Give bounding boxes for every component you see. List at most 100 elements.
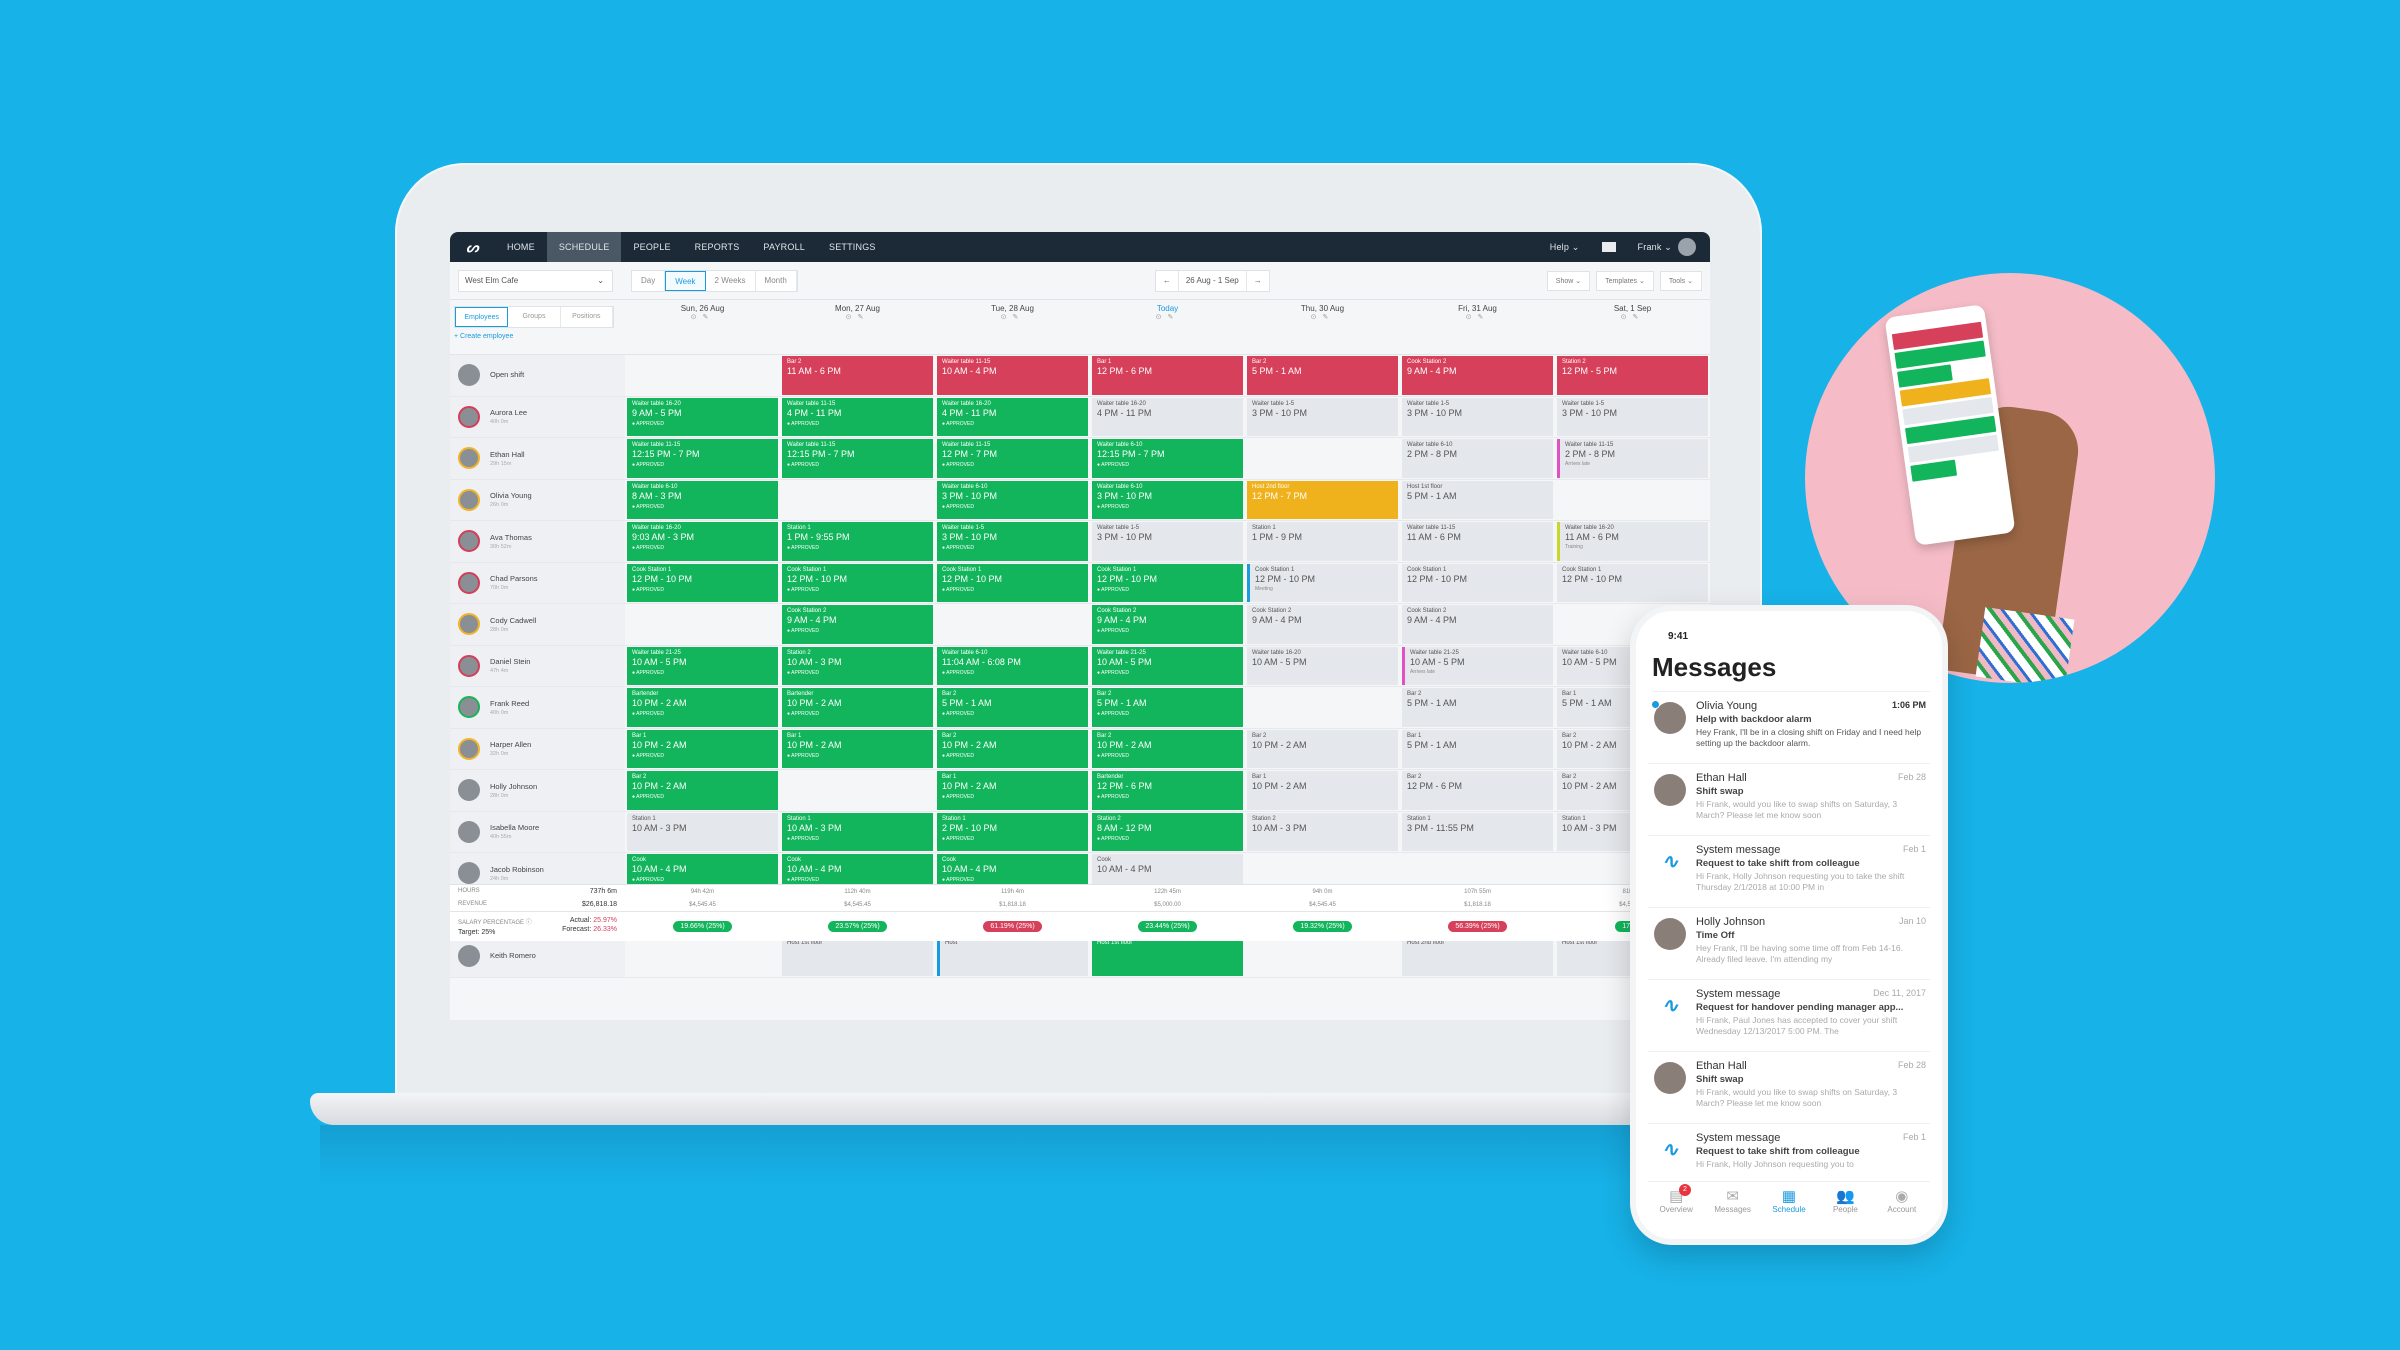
day-cell[interactable]: Waiter table 1-5 3 PM - 10 PM <box>1400 397 1555 438</box>
shift-block[interactable]: Bar 2 10 PM - 2 AM ● APPROVED <box>1092 729 1243 768</box>
mail-icon[interactable] <box>1601 242 1616 252</box>
day-cell[interactable]: Station 12 PM - 10 PM ● APPROVED <box>935 812 1090 853</box>
shift-block[interactable]: Cook Station 29 AM - 4 PM <box>1247 605 1398 644</box>
shift-block[interactable]: Host 1st floor 5 PM - 1 AM <box>1402 480 1553 519</box>
tab-employees[interactable]: Employees <box>455 307 509 327</box>
employee-cell[interactable]: Cody Cadwell 28h 0m <box>450 604 625 645</box>
day-cell[interactable]: Bar 2 10 PM - 2 AM ● APPROVED <box>1090 729 1245 770</box>
shift-block[interactable]: Waiter table 1-5 3 PM - 10 PM <box>1402 397 1553 436</box>
shift-block[interactable]: Cook Station 1 12 PM - 10 PM ● APPROVED <box>1092 563 1243 602</box>
tab-messages[interactable]: ✉ Messages <box>1704 1182 1760 1225</box>
day-cell[interactable]: Waiter table 11-15 11 AM - 6 PM <box>1400 521 1555 562</box>
eye-icon[interactable]: ⊙ <box>1001 314 1013 321</box>
day-cell[interactable]: Bar 25 PM - 1 AM ● APPROVED <box>935 687 1090 728</box>
employee-cell[interactable]: Aurora Lee 40h 0m <box>450 396 625 437</box>
shift-block[interactable]: Waiter table 21-25 10 AM - 5 PM ● APPROVED <box>1092 646 1243 685</box>
info-icon[interactable]: ⓘ <box>526 920 532 926</box>
shift-block[interactable]: Waiter table 11-15 2 PM - 8 PM Arrives lat… <box>1557 439 1708 478</box>
day-cell[interactable]: Host 1st floor 5 PM - 1 AM <box>1400 480 1555 521</box>
edit-icon[interactable]: ✎ <box>703 314 715 321</box>
shift-block[interactable]: Station 11 PM - 9:55 PM ● APPROVED <box>782 522 933 561</box>
day-cell[interactable]: Waiter table 11-15 12 PM - 7 PM ● APPROVED <box>935 438 1090 479</box>
shift-block[interactable]: Waiter table 1-5 3 PM - 10 PM <box>1247 397 1398 436</box>
edit-icon[interactable]: ✎ <box>1013 314 1025 321</box>
day-cell[interactable]: Waiter table 11-15 2 PM - 8 PM Arrives lat… <box>1555 438 1710 479</box>
day-cell[interactable] <box>780 770 935 811</box>
day-cell[interactable]: Waiter table 1-5 3 PM - 10 PM <box>1555 397 1710 438</box>
day-cell[interactable]: Cook Station 1 12 PM - 10 PM <box>1400 563 1555 604</box>
view-week[interactable]: Week <box>665 270 706 291</box>
shift-block[interactable]: Waiter table 11-15 11 AM - 6 PM <box>1402 522 1553 561</box>
edit-icon[interactable]: ✎ <box>1168 314 1180 321</box>
day-cell[interactable]: Bar 25 PM - 1 AM <box>1245 355 1400 396</box>
shift-block[interactable]: Cook Station 29 AM - 4 PM <box>1402 356 1553 395</box>
day-cell[interactable] <box>625 936 780 977</box>
shift-block[interactable]: Host <box>937 937 1088 976</box>
day-cell[interactable]: Station 2 10 AM - 3 PM ● APPROVED <box>780 646 935 687</box>
day-cell[interactable]: Waiter table 16-20 9:03 AM - 3 PM ● APPROV… <box>625 521 780 562</box>
shift-block[interactable]: Waiter table 16-20 9 AM - 5 PM ● APPROVED <box>627 397 778 436</box>
day-cell[interactable] <box>625 604 780 645</box>
shift-block[interactable]: Cook Station 29 AM - 4 PM ● APPROVED <box>782 605 933 644</box>
eye-icon[interactable]: ⊙ <box>846 314 858 321</box>
day-cell[interactable]: Bartender 10 PM - 2 AM ● APPROVED <box>625 687 780 728</box>
day-cell[interactable]: Waiter table 16-20 9 AM - 5 PM ● APPROVED <box>625 397 780 438</box>
shift-block[interactable]: Waiter table 6-10 12:15 PM - 7 PM ● APPROV… <box>1092 439 1243 478</box>
day-cell[interactable]: Bar 25 PM - 1 AM <box>1400 687 1555 728</box>
shift-block[interactable]: Bar 25 PM - 1 AM ● APPROVED <box>1092 688 1243 727</box>
eye-icon[interactable]: ⊙ <box>1621 314 1633 321</box>
shift-block[interactable]: Waiter table 16-20 4 PM - 11 PM ● APPROVED <box>937 397 1088 436</box>
prev-week-button[interactable]: ← <box>1156 270 1179 291</box>
shift-block[interactable]: Waiter table 1-5 3 PM - 10 PM ● APPROVED <box>937 522 1088 561</box>
day-cell[interactable]: Waiter table 16-20 4 PM - 11 PM <box>1090 397 1245 438</box>
day-cell[interactable]: Cook Station 29 AM - 4 PM ● APPROVED <box>780 604 935 645</box>
day-cell[interactable]: Bartender 12 PM - 6 PM ● APPROVED <box>1090 770 1245 811</box>
shift-block[interactable]: Waiter table 11-15 4 PM - 11 PM ● APPROVED <box>782 397 933 436</box>
day-cell[interactable]: Waiter table 1-5 3 PM - 10 PM ● APPROVED <box>935 521 1090 562</box>
location-select[interactable]: West Elm Cafe ⌄ <box>458 269 613 292</box>
day-cell[interactable]: Cook Station 29 AM - 4 PM <box>1400 604 1555 645</box>
tab-people[interactable]: 👥 People <box>1817 1182 1873 1225</box>
shift-block[interactable]: Waiter table 11-15 12 PM - 7 PM ● APPROVED <box>937 439 1088 478</box>
shift-block[interactable]: Bar 1 10 PM - 2 AM <box>1247 771 1398 810</box>
day-cell[interactable]: Cook Station 1 12 PM - 10 PM Meeting <box>1245 563 1400 604</box>
tab-overview[interactable]: ▤ 2 Overview <box>1648 1182 1704 1225</box>
shift-block[interactable]: Bartender 10 PM - 2 AM ● APPROVED <box>782 688 933 727</box>
day-cell[interactable]: Bar 1 10 PM - 2 AM ● APPROVED <box>780 729 935 770</box>
shift-block[interactable]: Waiter table 16-20 10 AM - 5 PM <box>1247 646 1398 685</box>
nav-people[interactable]: PEOPLE <box>621 232 682 262</box>
day-cell[interactable]: Station 1 10 AM - 3 PM ● APPROVED <box>780 812 935 853</box>
day-cell[interactable]: Bartender 10 PM - 2 AM ● APPROVED <box>780 687 935 728</box>
day-cell[interactable]: Host <box>935 936 1090 977</box>
shift-block[interactable]: Bar 1 10 PM - 2 AM ● APPROVED <box>627 729 778 768</box>
day-cell[interactable]: Cook Station 29 AM - 4 PM <box>1245 604 1400 645</box>
day-cell[interactable]: Waiter table 16-20 11 AM - 6 PM Training <box>1555 521 1710 562</box>
day-cell[interactable]: Waiter table 6-10 12:15 PM - 7 PM ● APPROV… <box>1090 438 1245 479</box>
shift-block[interactable]: Bartender 12 PM - 6 PM ● APPROVED <box>1092 771 1243 810</box>
day-cell[interactable]: Cook Station 1 12 PM - 10 PM ● APPROVED <box>1090 563 1245 604</box>
day-cell[interactable]: Bar 2 11 AM - 6 PM <box>780 355 935 396</box>
message-item[interactable]: Olivia Young 1:06 PM Help with backdoor al… <box>1648 692 1930 764</box>
day-cell[interactable]: Waiter table 6-10 11:04 AM - 6:08 PM ● APP… <box>935 646 1090 687</box>
shift-block[interactable]: Waiter table 16-20 11 AM - 6 PM Training <box>1557 522 1708 561</box>
day-cell[interactable] <box>1245 936 1400 977</box>
day-cell[interactable]: Cook Station 1 12 PM - 10 PM <box>1555 563 1710 604</box>
day-cell[interactable]: Bar 1 12 PM - 6 PM <box>1090 355 1245 396</box>
day-cell[interactable]: Host 1st floor <box>780 936 935 977</box>
shift-block[interactable]: Waiter table 6-10 8 AM - 3 PM ● APPROVED <box>627 480 778 519</box>
shift-block[interactable]: Bar 1 10 PM - 2 AM ● APPROVED <box>782 729 933 768</box>
shift-block[interactable]: Station 13 PM - 11:55 PM <box>1402 812 1553 851</box>
day-cell[interactable]: Cook Station 29 AM - 4 PM <box>1400 355 1555 396</box>
shift-block[interactable]: Bar 2 10 PM - 2 AM ● APPROVED <box>937 729 1088 768</box>
message-item[interactable]: Ethan Hall Feb 28 Shift swap Hi Frank, woul… <box>1648 764 1930 836</box>
shift-block[interactable]: Waiter table 16-20 9:03 AM - 3 PM ● APPROV… <box>627 522 778 561</box>
shift-block[interactable]: Waiter table 21-25 10 AM - 5 PM ● APPROVED <box>627 646 778 685</box>
shift-block[interactable]: Cook Station 1 12 PM - 10 PM ● APPROVED <box>627 563 778 602</box>
day-cell[interactable]: Waiter table 11-15 10 AM - 4 PM <box>935 355 1090 396</box>
day-cell[interactable]: Waiter table 21-25 10 AM - 5 PM ● APPROVED <box>1090 646 1245 687</box>
day-cell[interactable]: Waiter table 6-10 3 PM - 10 PM ● APPROVED <box>935 480 1090 521</box>
shift-block[interactable]: Station 1 10 AM - 3 PM ● APPROVED <box>782 812 933 851</box>
nav-reports[interactable]: REPORTS <box>683 232 752 262</box>
shift-block[interactable]: Station 2 10 AM - 3 PM <box>1247 812 1398 851</box>
shift-block[interactable]: Station 2 12 PM - 5 PM <box>1557 356 1708 395</box>
